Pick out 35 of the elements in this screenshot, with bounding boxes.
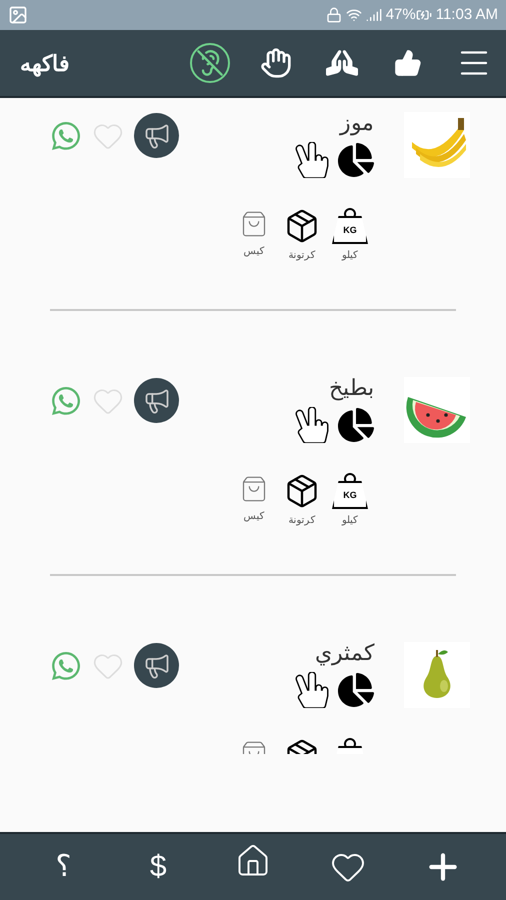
nav-button[interactable]: ؟ [39,843,88,891]
page-title: فاكهه [20,50,70,79]
gallery-icon [8,5,28,25]
pie-chart-icon [338,407,374,443]
signal-icon [366,7,382,23]
megaphone-button[interactable] [134,113,179,158]
megaphone-button[interactable] [134,378,179,423]
whatsapp-icon [50,650,82,682]
clock: 11:03 AM [436,4,498,25]
battery-percent: 47% [386,4,416,25]
megaphone-icon [142,122,170,150]
hand-icon [260,47,292,79]
weight-label: KG [343,490,357,500]
megaphone-button[interactable] [134,643,179,688]
megaphone-icon [142,386,170,414]
pie-chart-icon [338,142,374,178]
nav-button[interactable]: $ [134,843,182,891]
product-name: موز [340,110,374,136]
weight-label: KG [343,226,357,234]
unit-option[interactable]: كيس [234,473,274,524]
megaphone-icon [142,652,170,680]
wifi-icon [346,7,362,23]
lock-icon [326,7,342,23]
whatsapp-icon [50,120,82,152]
whatsapp-icon [50,384,82,416]
pie-chart-icon [338,672,374,708]
praying-hands-icon [326,47,358,79]
ear-off-icon [196,49,224,77]
ear-off-button[interactable] [190,43,230,83]
product-name: كمثري [315,640,374,666]
thumbs-up-icon [394,49,422,77]
unit-option[interactable]: كيس [234,208,274,259]
unit-option[interactable]: كرتونة [282,208,322,263]
product-name: بطيخ [329,375,374,401]
unit-option[interactable]: كرتونة [282,473,322,528]
